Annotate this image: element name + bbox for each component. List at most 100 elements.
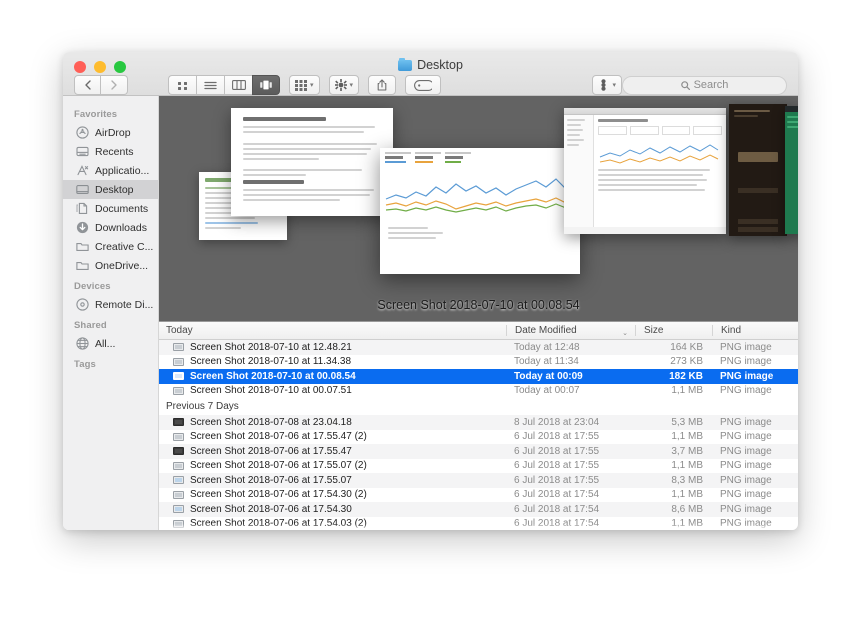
list-view-button[interactable] [196, 75, 224, 95]
file-name-cell: Screen Shot 2018-07-06 at 17.54.03 (2) [159, 518, 506, 529]
chevron-down-icon: ▾ [612, 82, 616, 89]
content-area: Screen Shot 2018-07-10 at 00.08.54 Today… [159, 96, 798, 530]
table-row[interactable]: Screen Shot 2018-07-10 at 12.48.21 Today… [159, 340, 798, 355]
file-name-label: Screen Shot 2018-07-10 at 12.48.21 [190, 341, 352, 353]
png-thumb-blue-icon [173, 505, 184, 514]
table-row[interactable]: Screen Shot 2018-07-06 at 17.55.07 6 Jul… [159, 473, 798, 488]
network-icon [76, 337, 89, 350]
file-size-cell: 1,1 MB [671, 489, 703, 501]
sidebar-item-label: AirDrop [95, 126, 131, 139]
file-name-cell: Screen Shot 2018-07-06 at 17.55.07 [159, 475, 506, 486]
coverflow-view-button[interactable] [252, 75, 280, 95]
file-date-cell: 6 Jul 2018 at 17:55 [514, 431, 600, 443]
sidebar-item-creative-cloud[interactable]: Creative C... [63, 237, 158, 256]
nav-buttons [74, 75, 128, 95]
table-row[interactable]: Screen Shot 2018-07-06 at 17.54.30 (2) 6… [159, 488, 798, 503]
file-list[interactable]: Screen Shot 2018-07-10 at 12.48.21 Today… [159, 340, 798, 530]
file-date-cell: 6 Jul 2018 at 17:54 [514, 518, 600, 530]
sidebar-section-favorites-header: Favorites [74, 109, 118, 120]
back-button[interactable] [74, 75, 101, 95]
file-size-cell: 182 KB [669, 370, 703, 382]
sidebar-item-applications[interactable]: Applicatio... [63, 161, 158, 180]
finder-window: Desktop ▾ ▾ ▾ Search Favorites AirDrop R… [63, 52, 798, 530]
browser-dashboard-thumbnail[interactable] [564, 108, 726, 234]
file-name-label: Screen Shot 2018-07-06 at 17.55.07 (2) [190, 460, 367, 472]
table-row[interactable]: Screen Shot 2018-07-06 at 17.55.07 (2) 6… [159, 459, 798, 474]
window-title-text: Desktop [417, 58, 463, 72]
png-thumb-icon [173, 432, 184, 441]
folder-icon [398, 57, 413, 71]
dark-app-thumbnail[interactable] [729, 104, 787, 236]
file-name-cell: Screen Shot 2018-07-06 at 17.54.30 [159, 504, 506, 515]
sidebar-section-devices-header: Devices [74, 281, 111, 292]
file-name-label: Screen Shot 2018-07-10 at 00.08.54 [190, 370, 356, 382]
file-kind-cell: PNG image [720, 385, 772, 397]
grid-view-button[interactable] [168, 75, 196, 95]
column-header-date-modified[interactable]: Date Modified ⌄ [506, 325, 635, 337]
png-thumb-icon [173, 519, 184, 528]
file-date-cell: 6 Jul 2018 at 17:54 [514, 503, 600, 515]
table-row[interactable]: Screen Shot 2018-07-06 at 17.54.03 (2) 6… [159, 517, 798, 531]
table-row[interactable]: Screen Shot 2018-07-06 at 17.55.47 (2) 6… [159, 430, 798, 445]
file-date-cell: 6 Jul 2018 at 17:54 [514, 489, 600, 501]
search-input[interactable]: Search [622, 75, 787, 95]
forward-button[interactable] [101, 75, 128, 95]
terms-document-thumbnail[interactable] [231, 108, 393, 216]
sidebar-item-remote-disc[interactable]: Remote Di... [63, 295, 158, 314]
sidebar-item-airdrop[interactable]: AirDrop [63, 123, 158, 142]
search-icon [680, 80, 690, 90]
file-size-cell: 1,1 MB [671, 385, 703, 397]
sidebar-item-label: Desktop [95, 183, 134, 196]
file-kind-cell: PNG image [720, 489, 772, 501]
file-name-cell: Screen Shot 2018-07-06 at 17.55.07 (2) [159, 460, 506, 471]
sidebar-item-label: Documents [95, 202, 149, 215]
file-name-cell: Screen Shot 2018-07-06 at 17.55.47 [159, 446, 506, 457]
tag-button[interactable] [405, 75, 442, 95]
file-name-label: Screen Shot 2018-07-06 at 17.55.07 [190, 474, 352, 486]
analytics-chart-thumbnail[interactable] [380, 148, 580, 274]
column-header-name[interactable]: Today [159, 325, 506, 336]
file-size-cell: 8,6 MB [671, 503, 703, 515]
png-thumb-blue-icon [173, 476, 184, 485]
sidebar-item-label: Remote Di... [95, 298, 154, 311]
file-size-cell: 3,7 MB [671, 445, 703, 457]
quick-action-button[interactable]: ▾ [592, 75, 622, 95]
view-mode-buttons [168, 75, 280, 95]
editor-thumbnail[interactable] [785, 106, 798, 234]
table-row[interactable]: Screen Shot 2018-07-10 at 11.34.38 Today… [159, 355, 798, 370]
share-button[interactable] [368, 75, 397, 95]
arrange-button[interactable]: ▾ [289, 75, 320, 95]
column-header-kind[interactable]: Kind [712, 325, 798, 336]
table-row[interactable]: Screen Shot 2018-07-06 at 17.54.30 6 Jul… [159, 502, 798, 517]
column-view-button[interactable] [224, 75, 252, 95]
png-thumb-icon [173, 490, 184, 499]
sidebar-item-desktop[interactable]: Desktop [63, 180, 158, 199]
desktop-icon [76, 183, 89, 196]
table-row[interactable]: Screen Shot 2018-07-08 at 23.04.18 8 Jul… [159, 415, 798, 430]
airdrop-icon [76, 126, 89, 139]
sidebar-item-all[interactable]: All... [63, 334, 158, 353]
file-kind-cell: PNG image [720, 460, 772, 472]
coverflow-preview[interactable]: Screen Shot 2018-07-10 at 00.08.54 [159, 96, 798, 322]
file-kind-cell: PNG image [720, 518, 772, 530]
file-size-cell: 5,3 MB [671, 416, 703, 428]
sidebar-section-tags-header: Tags [74, 359, 96, 370]
table-row[interactable]: Screen Shot 2018-07-10 at 00.07.51 Today… [159, 384, 798, 399]
table-row[interactable]: Screen Shot 2018-07-06 at 17.55.47 6 Jul… [159, 444, 798, 459]
sidebar-item-documents[interactable]: Documents [63, 199, 158, 218]
sidebar-item-recents[interactable]: Recents [63, 142, 158, 161]
table-row-selected[interactable]: Screen Shot 2018-07-10 at 00.08.54 Today… [159, 369, 798, 384]
coverflow-selected-label: Screen Shot 2018-07-10 at 00.08.54 [377, 298, 580, 312]
column-header-size[interactable]: Size [635, 325, 712, 336]
file-kind-cell: PNG image [720, 341, 772, 353]
png-thumb-icon [173, 357, 184, 366]
png-thumb-icon [173, 461, 184, 470]
file-name-label: Screen Shot 2018-07-06 at 17.55.47 [190, 445, 352, 457]
sidebar-item-downloads[interactable]: Downloads [63, 218, 158, 237]
window-titlebar: Desktop ▾ ▾ ▾ Search [63, 52, 798, 96]
file-name-cell: Screen Shot 2018-07-10 at 11.34.38 [159, 356, 506, 367]
recents-icon [76, 145, 89, 158]
sidebar-item-onedrive[interactable]: OneDrive... [63, 256, 158, 275]
action-menu-button[interactable]: ▾ [328, 75, 360, 95]
file-name-cell: Screen Shot 2018-07-06 at 17.54.30 (2) [159, 489, 506, 500]
